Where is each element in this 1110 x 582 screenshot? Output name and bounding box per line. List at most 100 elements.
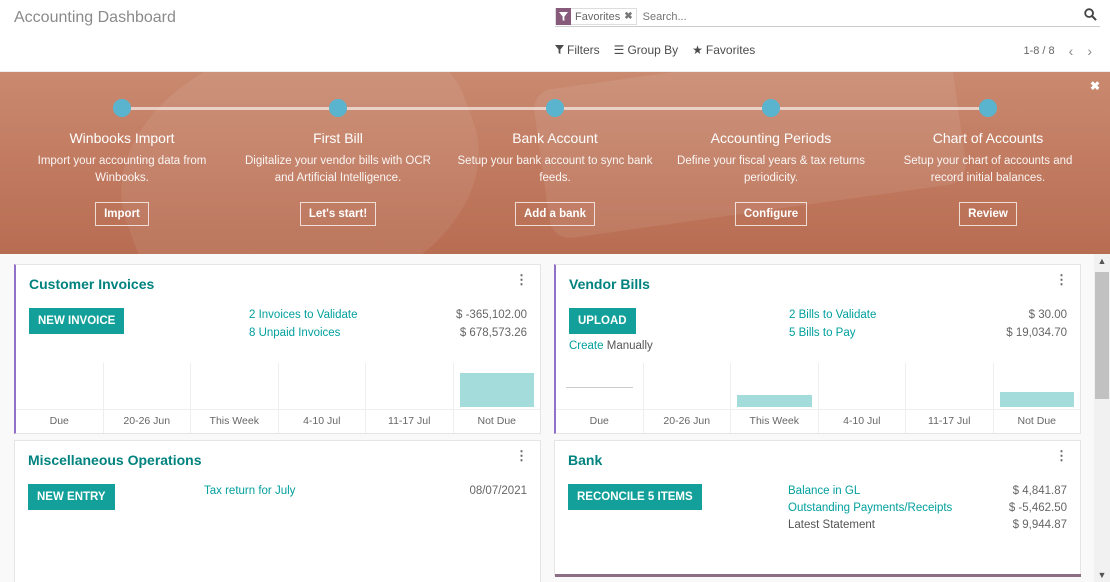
graph-column[interactable]: Not Due bbox=[454, 363, 541, 433]
graph-column[interactable]: 4-10 Jul bbox=[819, 363, 906, 433]
facet-remove-icon[interactable]: ✖ bbox=[624, 11, 635, 22]
scroll-down-icon[interactable]: ▼ bbox=[1094, 570, 1110, 580]
scrollbar-thumb[interactable] bbox=[1095, 272, 1109, 399]
graph-column[interactable]: 20-26 Jun bbox=[104, 363, 191, 433]
import-button[interactable]: Import bbox=[95, 202, 149, 226]
vertical-scrollbar[interactable]: ▲ ▼ bbox=[1094, 254, 1110, 582]
graph-column[interactable]: This Week bbox=[731, 363, 819, 433]
filter-icon bbox=[555, 43, 564, 57]
upload-button[interactable]: UPLOAD bbox=[569, 308, 636, 334]
card-title[interactable]: Bank bbox=[568, 452, 602, 468]
chevron-right-icon[interactable]: › bbox=[1087, 43, 1092, 59]
step-title: Accounting Periods bbox=[710, 130, 832, 146]
step-description: Digitalize your vendor bills with OCR an… bbox=[245, 155, 431, 184]
graph-category-label: 11-17 Jul bbox=[388, 415, 431, 427]
graph-column[interactable]: Due bbox=[556, 363, 644, 433]
onboarding-steps: Winbooks Import Import your accounting d… bbox=[0, 72, 1110, 254]
misc-operations-card: Miscellaneous Operations ⋮ NEW ENTRY Tax… bbox=[14, 440, 541, 582]
step-dot bbox=[546, 99, 564, 117]
graph-baseline bbox=[556, 409, 1080, 410]
invoices-aging-graph[interactable]: Due 20-26 Jun This Week 4-10 Jul 11-17 Jul No… bbox=[16, 363, 540, 433]
invoices-to-validate-link[interactable]: 2 Invoices to Validate bbox=[249, 309, 357, 321]
bills-aging-graph[interactable]: Due 20-26 Jun This Week 4-10 Jul 11-17 Jul No… bbox=[556, 363, 1080, 433]
create-manually-link[interactable]: Create bbox=[569, 340, 604, 352]
list-icon: ☰ bbox=[613, 43, 625, 57]
search-input[interactable] bbox=[642, 10, 1100, 23]
graph-bar[interactable] bbox=[737, 395, 812, 407]
graph-columns: Due 20-26 Jun This Week 4-10 Jul 11-17 Jul No… bbox=[16, 363, 540, 433]
balance-in-gl-value: $ 4,841.87 bbox=[1012, 485, 1067, 497]
star-icon: ★ bbox=[692, 43, 703, 57]
graph-column[interactable]: Due bbox=[16, 363, 104, 433]
balance-in-gl-link[interactable]: Balance in GL bbox=[788, 485, 860, 497]
group-by-label: Group By bbox=[627, 43, 679, 57]
facet-value: Favorites bbox=[575, 10, 621, 23]
graph-bar[interactable] bbox=[999, 392, 1074, 407]
bills-to-pay-value: $ 19,034.70 bbox=[1006, 327, 1067, 339]
group-by-button[interactable]: ☰ Group By bbox=[614, 43, 678, 57]
graph-category-label: This Week bbox=[209, 415, 259, 427]
unpaid-invoices-link[interactable]: 8 Unpaid Invoices bbox=[249, 327, 340, 339]
filter-icon bbox=[556, 8, 571, 25]
step-dot bbox=[762, 99, 780, 117]
graph-category-label: Due bbox=[589, 415, 609, 427]
card-title[interactable]: Customer Invoices bbox=[29, 276, 154, 292]
step-title: Chart of Accounts bbox=[932, 130, 1044, 146]
search-bar[interactable]: Favorites ✖ bbox=[555, 7, 1100, 27]
vendor-bills-card: Vendor Bills ⋮ UPLOAD Create Manually 2 … bbox=[554, 264, 1081, 434]
bills-to-validate-value: $ 30.00 bbox=[1028, 309, 1067, 321]
graph-column[interactable]: 11-17 Jul bbox=[366, 363, 454, 433]
graph-column[interactable]: This Week bbox=[191, 363, 279, 433]
step-title: Bank Account bbox=[512, 130, 598, 146]
step-title: First Bill bbox=[313, 130, 363, 146]
latest-statement-value: $ 9,944.87 bbox=[1012, 519, 1067, 531]
graph-column[interactable]: 4-10 Jul bbox=[279, 363, 366, 433]
add-bank-button[interactable]: Add a bank bbox=[515, 202, 595, 226]
favorites-button[interactable]: ★ Favorites bbox=[692, 43, 755, 57]
step-dot bbox=[329, 99, 347, 117]
onboarding-step: Winbooks Import Import your accounting d… bbox=[14, 99, 230, 226]
search-options: Filters ☰ Group By ★ Favorites bbox=[555, 43, 755, 57]
filters-button[interactable]: Filters bbox=[555, 43, 600, 57]
scroll-up-icon[interactable]: ▲ bbox=[1094, 256, 1110, 266]
chevron-left-icon[interactable]: ‹ bbox=[1069, 43, 1074, 59]
reconcile-button[interactable]: RECONCILE 5 ITEMS bbox=[568, 484, 702, 510]
step-description: Import your accounting data from Winbook… bbox=[37, 155, 207, 184]
graph-category-label: Not Due bbox=[1017, 415, 1057, 427]
graph-category-label: Due bbox=[49, 415, 69, 427]
graph-category-label: 4-10 Jul bbox=[303, 415, 341, 427]
review-button[interactable]: Review bbox=[959, 202, 1017, 226]
new-invoice-button[interactable]: NEW INVOICE bbox=[29, 308, 125, 334]
tax-return-link[interactable]: Tax return for July bbox=[204, 485, 295, 497]
customer-invoices-card: Customer Invoices ⋮ NEW INVOICE 2 Invoic… bbox=[14, 264, 541, 434]
kebab-menu-icon[interactable]: ⋮ bbox=[1055, 273, 1068, 286]
configure-button[interactable]: Configure bbox=[734, 202, 808, 226]
pager-value[interactable]: 1-8 / 8 bbox=[1023, 45, 1054, 57]
lets-start-button[interactable]: Let's start! bbox=[299, 202, 377, 226]
horizontal-scrollbar[interactable] bbox=[555, 574, 1081, 577]
bills-to-pay-link[interactable]: 5 Bills to Pay bbox=[789, 327, 855, 339]
search-facet[interactable]: Favorites ✖ bbox=[555, 8, 637, 25]
dashboard: Customer Invoices ⋮ NEW INVOICE 2 Invoic… bbox=[0, 254, 1094, 582]
graph-baseline bbox=[16, 409, 540, 410]
control-panel: Accounting Dashboard Favorites ✖ Filters… bbox=[0, 0, 1110, 72]
graph-bar[interactable] bbox=[459, 373, 534, 407]
kebab-menu-icon[interactable]: ⋮ bbox=[515, 273, 528, 286]
graph-column[interactable]: 11-17 Jul bbox=[906, 363, 994, 433]
kebab-menu-icon[interactable]: ⋮ bbox=[515, 449, 528, 462]
latest-statement-label: Latest Statement bbox=[788, 519, 875, 531]
search-icon[interactable] bbox=[1084, 8, 1098, 22]
graph-zero-mark bbox=[566, 387, 633, 388]
bills-to-validate-link[interactable]: 2 Bills to Validate bbox=[789, 309, 876, 321]
onboarding-step: First Bill Digitalize your vendor bills … bbox=[230, 99, 446, 226]
outstanding-payments-link[interactable]: Outstanding Payments/Receipts bbox=[788, 502, 952, 514]
graph-column[interactable]: 20-26 Jun bbox=[644, 363, 731, 433]
create-manually-text: Manually bbox=[606, 340, 653, 352]
card-title[interactable]: Miscellaneous Operations bbox=[28, 452, 202, 468]
onboarding-banner: ✖ Winbooks Import Import your accounting… bbox=[0, 72, 1110, 254]
card-title[interactable]: Vendor Bills bbox=[569, 276, 650, 292]
new-entry-button[interactable]: NEW ENTRY bbox=[28, 484, 115, 510]
graph-column[interactable]: Not Due bbox=[994, 363, 1081, 433]
create-manually: Create Manually bbox=[569, 340, 653, 352]
kebab-menu-icon[interactable]: ⋮ bbox=[1055, 449, 1068, 462]
